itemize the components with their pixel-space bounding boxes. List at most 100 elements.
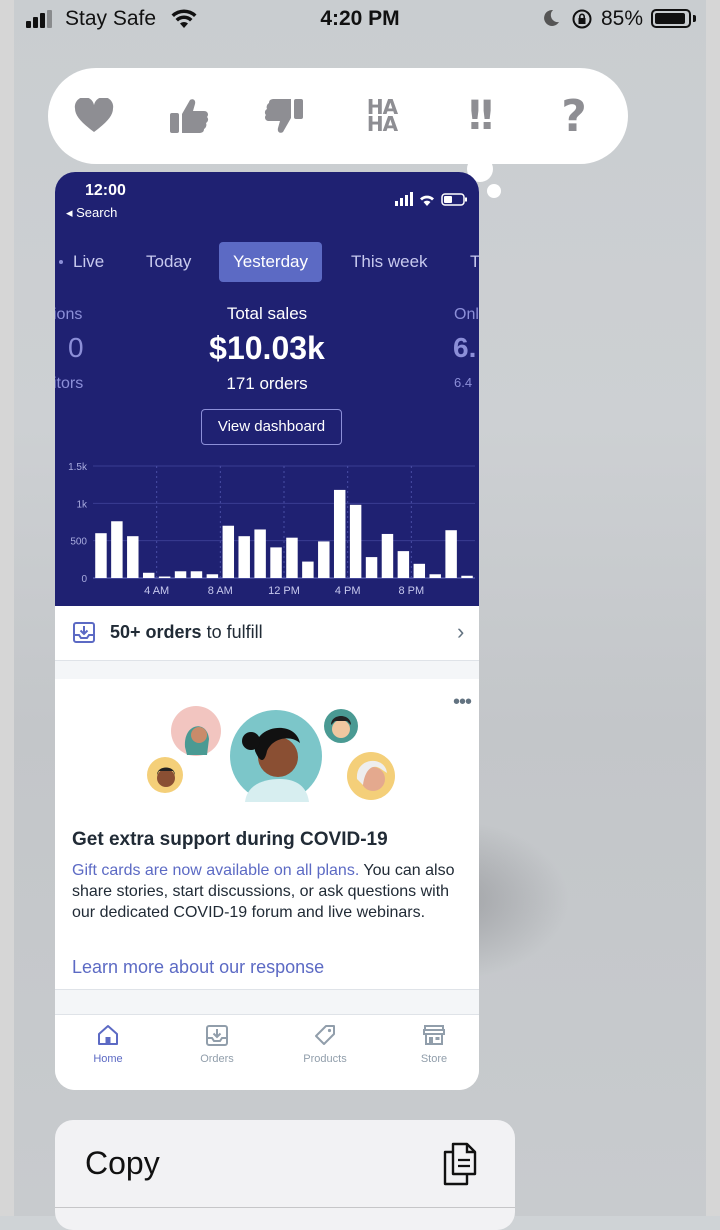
thumbs-up-icon [170,99,209,133]
right-metric-value: 6. [453,332,477,363]
gift-cards-link[interactable]: Gift cards are now available on all plan… [72,862,359,879]
chevron-right-icon: › [457,619,465,644]
nav-home-label: Home [93,1053,123,1065]
bubble-tail-small [487,184,501,198]
right-metric-sublabel: 6.4 [454,375,473,390]
battery-nub [693,15,696,22]
home-icon [98,1025,118,1045]
chart-bar [286,537,298,578]
total-sales-label: Total sales [226,304,308,323]
question-icon: ? [561,90,587,142]
chart-bar [381,533,394,578]
chart-bar [270,547,282,578]
chart-bar [302,561,314,578]
left-edge [0,0,14,1216]
status-bar: Stay Safe 4:20 PM 85% [0,0,720,40]
heart-reaction-button[interactable] [64,68,124,164]
chart-bar [333,489,346,578]
thumbs-down-reaction-button[interactable] [254,68,314,164]
hourly-sales-chart: 0 500 1k 1.5k 4 AM 8 AM 12 PM 4 PM 8 PM [68,462,475,597]
more-options-icon[interactable]: ••• [453,691,472,714]
covid-support-card: ••• Get extra support during COVID-19 Gi… [55,679,479,990]
menu-separator [55,1207,515,1208]
covid-card-title: Get extra support during COVID-19 [72,829,388,850]
tab-today[interactable]: Today [146,242,191,282]
tapback-reaction-bar: HA HA !! ? [48,68,628,164]
tab-this-week[interactable]: This week [351,242,428,282]
x-tick-label: 12 PM [268,585,300,597]
section-gap [55,990,479,1014]
inner-back-search: ◂ Search [66,205,118,220]
dashboard-header: 12:00 ◂ Search Live Today Yesterday This… [55,172,479,606]
chart-bar [238,536,250,578]
nav-products-label: Products [303,1053,347,1065]
haha-icon: HA HA [366,95,398,136]
right-edge [706,0,720,1216]
learn-more-link[interactable]: Learn more about our response [72,957,324,978]
y-tick-label: 0 [81,574,87,585]
covid-card-body: Gift cards are now available on all plan… [72,860,467,923]
chart-bar [174,571,187,578]
tab-truncated[interactable]: T [470,242,479,282]
chart-bar [206,574,219,578]
total-orders-count: 171 orders [226,374,308,393]
chart-bar [190,571,203,578]
chart-bar [318,541,330,578]
chart-bar [127,536,139,578]
chart-bar [445,530,457,578]
view-dashboard-button[interactable]: View dashboard [201,409,342,445]
chart-bar [365,557,378,578]
thumbs-down-icon [264,99,303,133]
chart-bar [158,576,171,578]
nav-orders[interactable]: Orders [164,1023,270,1065]
inner-status-icons [395,192,467,206]
orders-icon [206,1025,228,1046]
nav-store[interactable]: Store [381,1023,479,1065]
battery-percent: 85% [601,7,644,30]
nav-products[interactable]: Products [272,1023,378,1065]
x-tick-label: 4 AM [144,585,169,597]
x-tick-label: 8 PM [398,585,424,597]
date-range-tabs: Live Today Yesterday This week T [55,242,479,282]
section-gap [55,661,479,679]
tab-live[interactable]: Live [73,242,104,282]
right-metric-label: Onl [454,306,479,323]
chart-bar [95,533,107,578]
nav-home[interactable]: Home [55,1023,161,1065]
chart-bar [254,529,266,578]
battery-icon [651,9,691,28]
question-reaction-button[interactable]: ? [544,68,604,164]
chart-bar [349,504,362,578]
haha-reaction-button[interactable]: HA HA [352,68,412,164]
chart-bar [429,574,441,578]
do-not-disturb-icon [544,9,559,26]
nav-orders-label: Orders [200,1053,234,1065]
x-tick-label: 4 PM [335,585,361,597]
copy-icon[interactable] [441,1142,481,1186]
orders-count: 50+ orders [110,622,202,642]
chart-bar [111,521,123,578]
inner-status-time: 12:00 [85,182,126,199]
to-fulfill-label: to fulfill [201,622,263,642]
orders-to-fulfill-row[interactable]: 50+ orders to fulfill › [55,606,479,661]
y-tick-label: 1.5k [68,462,88,473]
chart-bar [413,563,426,578]
community-illustration [147,706,395,802]
bottom-navigation: Home Orders Products Store [55,1014,479,1090]
y-tick-label: 1k [76,499,88,510]
chart-bar [222,525,235,578]
chart-bar [461,575,473,578]
context-menu: Copy [55,1120,515,1230]
nav-store-label: Store [420,1053,448,1065]
tab-yesterday[interactable]: Yesterday [219,242,322,282]
rotation-lock-icon [572,9,592,29]
copy-menu-label[interactable]: Copy [85,1145,160,1182]
x-tick-label: 8 AM [208,585,233,597]
exclamation-reaction-button[interactable]: !! [448,68,508,164]
thumbs-up-reaction-button[interactable] [159,68,219,164]
heart-icon [74,98,114,132]
message-image-card[interactable]: 12:00 ◂ Search Live Today Yesterday This… [55,172,479,1090]
y-tick-label: 500 [70,537,87,548]
chart-bar [142,572,155,578]
chart-bar [397,551,410,578]
